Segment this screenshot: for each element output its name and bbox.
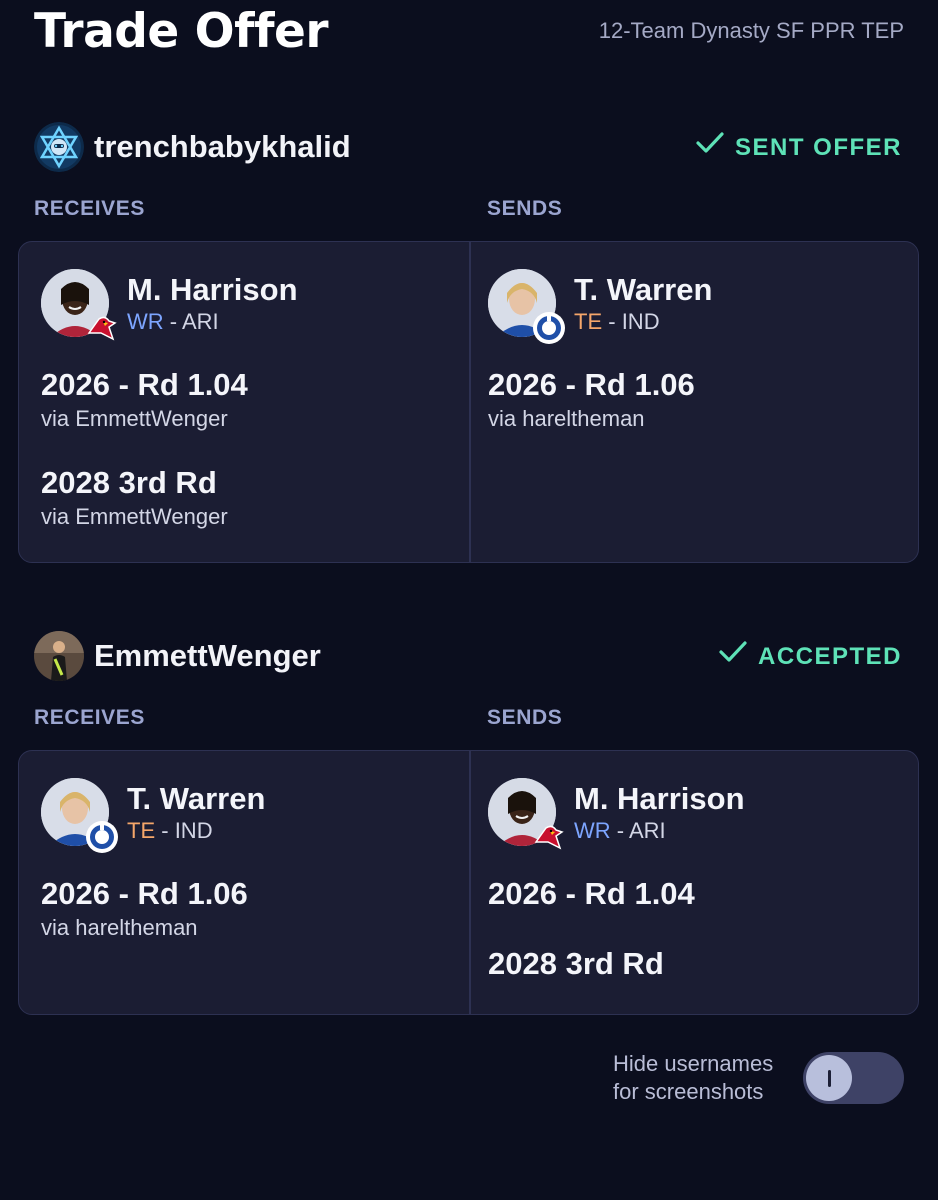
player-position: WR	[574, 818, 611, 843]
position-separator: -	[155, 818, 175, 843]
page-title: Trade Offer	[34, 4, 329, 59]
checkmark-icon	[695, 130, 725, 165]
player-item[interactable]: T. Warren TE - IND	[41, 776, 461, 853]
player-meta: WR - ARI	[127, 309, 219, 335]
person-photo-avatar-icon[interactable]	[34, 631, 84, 681]
pick-item[interactable]: 2026 - Rd 1.04 via EmmettWenger	[41, 367, 461, 433]
position-separator: -	[610, 818, 629, 843]
player-item[interactable]: M. Harrison WR - ARI	[41, 267, 461, 341]
colts-logo-icon	[532, 311, 566, 345]
pick-title: 2026 - Rd 1.04	[488, 876, 695, 911]
sends-column: T. Warren TE - IND 2026 - Rd 1.06 via ha…	[488, 242, 918, 562]
status-badge: ACCEPTED	[718, 639, 902, 674]
receives-column: T. Warren TE - IND 2026 - Rd 1.06 via ha…	[41, 751, 471, 1014]
player-team: ARI	[182, 309, 219, 334]
pick-item[interactable]: 2028 3rd Rd via EmmettWenger	[41, 465, 461, 531]
sends-column: M. Harrison WR - ARI 2026 - Rd 1.04 2028…	[488, 751, 918, 1014]
toggle-knob[interactable]	[806, 1055, 852, 1101]
username[interactable]: EmmettWenger	[94, 637, 321, 675]
sends-label: SENDS	[487, 197, 563, 220]
trade-card: M. Harrison WR - ARI 2026 - Rd 1.04 via …	[18, 241, 919, 563]
trade-card: T. Warren TE - IND 2026 - Rd 1.06 via ha…	[18, 750, 919, 1015]
player-position: TE	[574, 309, 603, 334]
star-of-david-robot-avatar-icon[interactable]	[34, 122, 84, 172]
cardinals-logo-icon	[85, 311, 119, 345]
username[interactable]: trenchbabykhalid	[94, 128, 351, 166]
player-meta: WR - ARI	[574, 818, 666, 844]
status-text: SENT OFFER	[734, 133, 902, 161]
receives-label: RECEIVES	[34, 706, 145, 729]
hide-usernames-toggle[interactable]	[803, 1052, 904, 1104]
player-name: T. Warren	[574, 272, 713, 307]
pick-item[interactable]: 2026 - Rd 1.06 via hareltheman	[41, 876, 461, 942]
pick-via: via hareltheman	[41, 915, 198, 940]
hide-usernames-label: Hide usernames for screenshots	[613, 1051, 774, 1104]
player-position: WR	[127, 309, 164, 334]
player-item[interactable]: M. Harrison WR - ARI	[488, 776, 908, 850]
pick-via: via EmmettWenger	[41, 406, 228, 431]
player-meta: TE - IND	[127, 818, 213, 844]
player-name: T. Warren	[127, 781, 266, 816]
player-item[interactable]: T. Warren TE - IND	[488, 267, 908, 344]
party-header: EmmettWenger ACCEPTED	[34, 627, 902, 683]
pick-title: 2028 3rd Rd	[41, 465, 217, 500]
pick-title: 2028 3rd Rd	[488, 946, 664, 981]
status-text: ACCEPTED	[757, 642, 902, 670]
league-settings: 12-Team Dynasty SF PPR TEP	[598, 18, 904, 43]
pick-item[interactable]: 2026 - Rd 1.04	[488, 876, 908, 912]
pick-item[interactable]: 2028 3rd Rd	[488, 946, 908, 982]
position-separator: -	[602, 309, 622, 334]
colts-logo-icon	[85, 820, 119, 854]
receives-label: RECEIVES	[34, 197, 145, 220]
player-name: M. Harrison	[127, 272, 298, 307]
player-team: ARI	[629, 818, 666, 843]
pick-via: via EmmettWenger	[41, 504, 228, 529]
player-name: M. Harrison	[574, 781, 745, 816]
pick-via: via hareltheman	[488, 406, 645, 431]
player-position: TE	[127, 818, 156, 843]
position-separator: -	[163, 309, 182, 334]
pick-title: 2026 - Rd 1.04	[41, 367, 248, 402]
checkmark-icon	[718, 639, 748, 674]
party-header: trenchbabykhalid SENT OFFER	[34, 118, 902, 174]
cardinals-logo-icon	[532, 820, 566, 854]
receives-column: M. Harrison WR - ARI 2026 - Rd 1.04 via …	[41, 242, 471, 562]
player-meta: TE - IND	[574, 309, 660, 335]
status-badge: SENT OFFER	[695, 130, 902, 165]
player-team: IND	[621, 309, 660, 334]
pick-item[interactable]: 2026 - Rd 1.06 via hareltheman	[488, 367, 908, 433]
sends-label: SENDS	[487, 706, 563, 729]
player-team: IND	[174, 818, 213, 843]
pick-title: 2026 - Rd 1.06	[41, 876, 248, 911]
pick-title: 2026 - Rd 1.06	[488, 367, 695, 402]
